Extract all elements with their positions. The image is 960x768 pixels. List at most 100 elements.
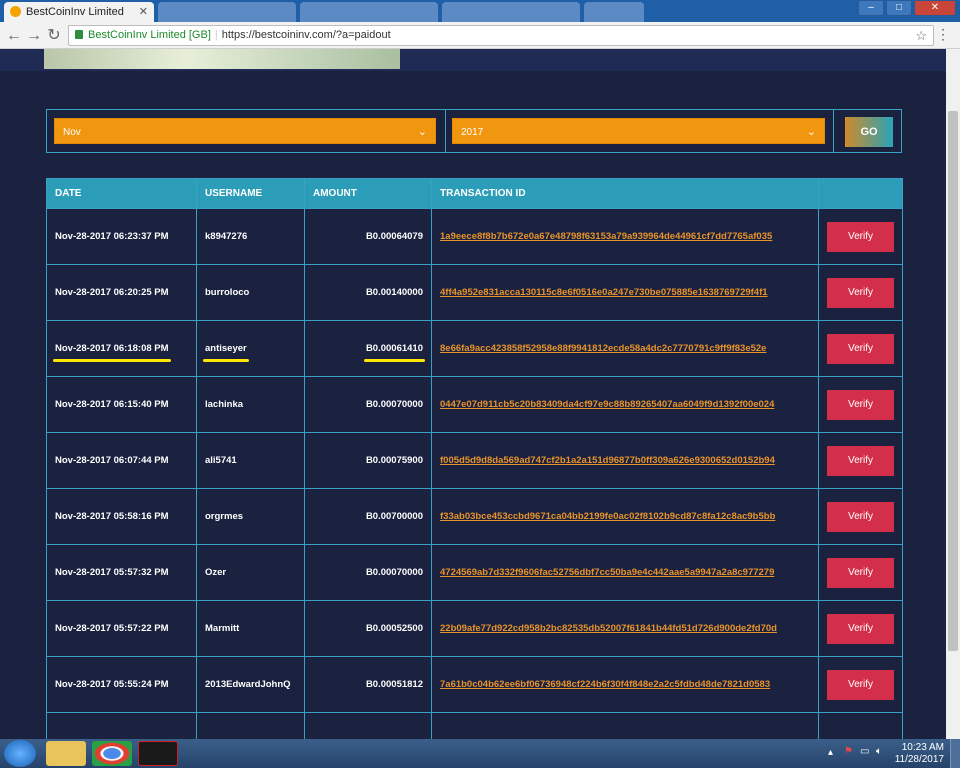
- verify-cell: Verify: [818, 320, 903, 377]
- verify-button[interactable]: Verify: [827, 613, 894, 644]
- table-header-row: DATE USERNAME AMOUNT TRANSACTION ID: [46, 178, 903, 209]
- year-select[interactable]: 2017 ⌄: [452, 118, 825, 144]
- verify-button[interactable]: Verify: [827, 333, 894, 364]
- payout-username: k8947276: [205, 231, 248, 242]
- site-identity: BestCoinInv Limited [GB]: [88, 29, 211, 41]
- transaction-id-link-cell[interactable]: 4724569ab7d332f9606fac52756dbf7cc50ba9e4…: [431, 544, 819, 601]
- payout-username: burroloco: [205, 287, 250, 298]
- verify-button[interactable]: Verify: [827, 389, 894, 420]
- table-row: Nov-28-2017 06:15:40 PM lachinka B0.000700…: [46, 376, 903, 433]
- transaction-id-link[interactable]: 22b09afe77d922cd958b2bc82535db52007f6184…: [440, 623, 777, 634]
- table-row: Nov-28-2017 06:23:37 PM k8947276 B0.000640…: [46, 208, 903, 265]
- action-center-flag-icon[interactable]: ⚑: [844, 746, 853, 757]
- payout-date-cell: Nov-28-2017 06:23:37 PM: [46, 208, 197, 265]
- tray-arrow-icon[interactable]: ▴: [828, 747, 833, 758]
- transaction-id-link-cell[interactable]: 0447e07d911cb5c20b83409da4cf97e9c88b8926…: [431, 376, 819, 433]
- transaction-id-link[interactable]: 0447e07d911cb5c20b83409da4cf97e9c88b8926…: [440, 399, 774, 410]
- chrome-icon[interactable]: [92, 741, 132, 766]
- payout-date-cell: Nov-28-2017 06:18:08 PM: [46, 320, 197, 377]
- filter-divider: [833, 110, 834, 152]
- transaction-id-link[interactable]: 1a9eece8f8b7b672e0a67e48798f63153a79a939…: [440, 231, 772, 242]
- transaction-id-link[interactable]: f33ab03bce453ccbd9671ca04bb2199fe0ac02f8…: [440, 511, 775, 522]
- bookmark-star-icon[interactable]: ☆: [915, 26, 927, 45]
- transaction-id-link-cell[interactable]: 8e66fa9acc423858f52958e88f9941812ecde58a…: [431, 320, 819, 377]
- volume-icon[interactable]: 🔈︎: [876, 746, 882, 757]
- verify-button[interactable]: Verify: [827, 557, 894, 588]
- payout-username: ali5741: [205, 455, 237, 466]
- payouts-table: DATE USERNAME AMOUNT TRANSACTION ID Nov-…: [46, 178, 903, 739]
- payout-date: Nov-28-2017 05:58:16 PM: [55, 511, 169, 522]
- transaction-id-link-cell[interactable]: 22b09afe77d922cd958b2bc82535db52007f6184…: [431, 600, 819, 657]
- network-icon[interactable]: ▭: [860, 746, 869, 757]
- payout-amount-cell: B0.00070000: [304, 544, 432, 601]
- reload-icon[interactable]: ↻: [44, 26, 64, 46]
- start-button[interactable]: [4, 740, 36, 767]
- verify-button[interactable]: Verify: [827, 501, 894, 532]
- header-username: USERNAME: [196, 178, 305, 209]
- payout-date: Nov-28-2017 06:18:08 PM: [53, 343, 171, 362]
- show-desktop-button[interactable]: [950, 739, 960, 768]
- verify-button[interactable]: Verify: [827, 277, 894, 308]
- empty-cell: [196, 712, 305, 739]
- close-tab-icon[interactable]: ✕: [139, 5, 148, 18]
- empty-cell: [431, 712, 819, 739]
- tab-bestcoininv[interactable]: BestCoinInv Limited ✕: [4, 2, 154, 22]
- transaction-id-link[interactable]: 7a61b0c04b62ee6bf06736948cf224b6f30f4f84…: [440, 679, 770, 690]
- payout-amount: B0.00075900: [365, 455, 423, 466]
- scrollbar-thumb[interactable]: [948, 111, 958, 651]
- verify-button[interactable]: Verify: [827, 445, 894, 476]
- month-select[interactable]: Nov ⌄: [54, 118, 436, 144]
- table-row: Nov-28-2017 05:57:32 PM Ozer B0.00070000 47…: [46, 544, 903, 601]
- payout-date-cell: Nov-28-2017 05:57:32 PM: [46, 544, 197, 601]
- payout-username: antiseyer: [203, 343, 249, 362]
- transaction-id-link-cell[interactable]: f33ab03bce453ccbd9671ca04bb2199fe0ac02f8…: [431, 488, 819, 545]
- clock[interactable]: 10:23 AM 11/28/2017: [895, 742, 944, 766]
- verify-cell: Verify: [818, 264, 903, 321]
- payout-username: orgrmes: [205, 511, 244, 522]
- file-explorer-icon[interactable]: [46, 741, 86, 766]
- transaction-id-link[interactable]: 8e66fa9acc423858f52958e88f9941812ecde58a…: [440, 343, 766, 354]
- minimize-button[interactable]: –: [858, 0, 884, 16]
- tab-2[interactable]: [158, 2, 296, 22]
- transaction-id-link[interactable]: 4724569ab7d332f9606fac52756dbf7cc50ba9e4…: [440, 567, 774, 578]
- bitcoin-favicon-icon: [10, 6, 21, 17]
- transaction-id-link-cell[interactable]: 7a61b0c04b62ee6bf06736948cf224b6f30f4f84…: [431, 656, 819, 713]
- transaction-id-link-cell[interactable]: 4ff4a952e831acca130115c8e6f0516e0a247e73…: [431, 264, 819, 321]
- header-actions: [818, 178, 903, 209]
- verify-cell: Verify: [818, 488, 903, 545]
- forward-icon[interactable]: →: [24, 26, 44, 46]
- url-text: https://bestcoininv.com/?a=paidout: [221, 29, 391, 41]
- payout-date: Nov-28-2017 06:15:40 PM: [55, 399, 169, 410]
- transaction-id-link[interactable]: f005d5d9d8da569ad747cf2b1a2a151d96877b0f…: [440, 455, 775, 466]
- verify-button[interactable]: Verify: [827, 669, 894, 700]
- payout-amount-cell: B0.00064079: [304, 208, 432, 265]
- table-body: Nov-28-2017 06:23:37 PM k8947276 B0.000640…: [46, 208, 903, 739]
- payout-username-cell: Marmitt: [196, 600, 305, 657]
- verify-button[interactable]: Verify: [827, 221, 894, 252]
- maximize-button[interactable]: □: [886, 0, 912, 16]
- game-app-icon[interactable]: [138, 741, 178, 766]
- page-scrollbar[interactable]: [946, 49, 960, 739]
- close-window-button[interactable]: ✕: [914, 0, 956, 16]
- clock-date: 11/28/2017: [894, 754, 944, 765]
- tab-4[interactable]: [442, 2, 580, 22]
- payout-username: Marmitt: [205, 623, 240, 634]
- payout-amount-cell: B0.00700000: [304, 488, 432, 545]
- payout-username-cell: k8947276: [196, 208, 305, 265]
- table-row: Nov-28-2017 05:58:16 PM orgrmes B0.0070000…: [46, 488, 903, 545]
- site-banner: [0, 49, 946, 71]
- transaction-id-link-cell[interactable]: 1a9eece8f8b7b672e0a67e48798f63153a79a939…: [431, 208, 819, 265]
- tab-3[interactable]: [300, 2, 438, 22]
- browser-menu-icon[interactable]: ⋮: [936, 26, 950, 43]
- payout-amount: B0.00700000: [365, 511, 423, 522]
- transaction-id-link-cell[interactable]: f005d5d9d8da569ad747cf2b1a2a151d96877b0f…: [431, 432, 819, 489]
- address-bar[interactable]: BestCoinInv Limited [GB] | https://bestcoi…: [68, 25, 934, 46]
- transaction-id-link[interactable]: 4ff4a952e831acca130115c8e6f0516e0a247e73…: [440, 287, 768, 298]
- tab-title: BestCoinInv Limited: [26, 6, 124, 18]
- payout-date: Nov-28-2017 05:55:24 PM: [55, 679, 169, 690]
- month-select-value: Nov: [63, 127, 81, 138]
- go-button[interactable]: GO: [845, 117, 893, 147]
- tab-5[interactable]: [584, 2, 644, 22]
- back-icon[interactable]: ←: [4, 26, 24, 46]
- payout-date-cell: Nov-28-2017 05:55:24 PM: [46, 656, 197, 713]
